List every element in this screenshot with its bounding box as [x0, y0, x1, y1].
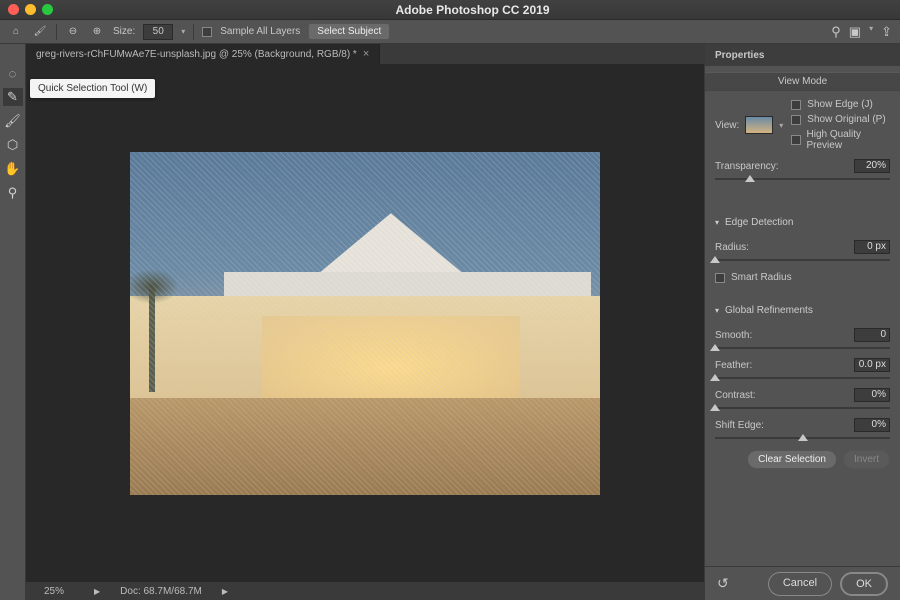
lasso-tool-icon[interactable]: ◌ — [3, 64, 23, 82]
disclosure-icon: ▾ — [715, 218, 719, 227]
shift-edge-value[interactable]: 0% — [854, 418, 890, 432]
transparency-slider[interactable] — [715, 175, 890, 183]
brush-plus-icon[interactable]: ⊕ — [89, 24, 105, 40]
canvas[interactable] — [130, 152, 600, 495]
traffic-lights — [8, 4, 53, 15]
minimize-window-icon[interactable] — [25, 4, 36, 15]
transparency-label: Transparency: — [715, 161, 779, 172]
maximize-window-icon[interactable] — [42, 4, 53, 15]
contrast-value[interactable]: 0% — [854, 388, 890, 402]
panel-tab-properties[interactable]: Properties — [705, 44, 900, 66]
share-icon[interactable]: ⇪ — [881, 24, 892, 40]
view-thumbnail[interactable] — [745, 116, 773, 134]
radius-slider[interactable] — [715, 256, 890, 264]
brush-tool-icon[interactable]: 🖌 — [3, 112, 23, 130]
size-label: Size: — [113, 26, 135, 37]
close-window-icon[interactable] — [8, 4, 19, 15]
titlebar: Adobe Photoshop CC 2019 — [0, 0, 900, 20]
invert-button[interactable]: Invert — [843, 450, 890, 469]
sample-all-layers-label: Sample All Layers — [220, 26, 300, 37]
global-refinements-header[interactable]: ▾Global Refinements — [715, 299, 890, 322]
chevron-down-icon[interactable]: ▾ — [869, 24, 873, 40]
smart-radius-checkbox[interactable] — [715, 273, 725, 283]
transparency-value[interactable]: 20% — [854, 159, 890, 173]
feather-slider[interactable] — [715, 374, 890, 382]
sample-all-layers-checkbox[interactable] — [202, 27, 212, 37]
home-icon[interactable]: ⌂ — [8, 24, 24, 40]
reset-icon[interactable]: ↺ — [717, 575, 729, 592]
feather-label: Feather: — [715, 360, 752, 371]
caret-right-icon[interactable]: ▶ — [222, 587, 228, 596]
caret-right-icon[interactable]: ▶ — [94, 587, 100, 596]
shift-edge-slider[interactable] — [715, 434, 890, 442]
contrast-slider[interactable] — [715, 404, 890, 412]
edge-detection-header[interactable]: ▾Edge Detection — [715, 211, 890, 234]
polygon-lasso-tool-icon[interactable]: ⬡ — [3, 136, 23, 154]
view-mode-header: View Mode — [705, 72, 900, 91]
brush-minus-icon[interactable]: ⊖ — [65, 24, 81, 40]
brush-size-input[interactable] — [143, 24, 173, 40]
zoom-level[interactable]: 25% — [34, 586, 74, 597]
radius-value[interactable]: 0 px — [854, 240, 890, 254]
clear-selection-button[interactable]: Clear Selection — [747, 450, 837, 469]
options-bar: ⌂ 🖌 ⊖ ⊕ Size: ▾ Sample All Layers Select… — [0, 20, 900, 44]
chevron-down-icon[interactable]: ▾ — [181, 27, 185, 36]
chevron-down-icon[interactable]: ▾ — [779, 121, 783, 130]
show-original-checkbox[interactable] — [791, 115, 801, 125]
contrast-label: Contrast: — [715, 390, 756, 401]
view-label: View: — [715, 120, 739, 131]
workspace-icon[interactable]: ▣ — [849, 24, 861, 40]
document-tabs: greg-rivers-rChFUMwAe7E-unsplash.jpg @ 2… — [26, 44, 704, 64]
panel-footer: ↺ Cancel OK — [705, 566, 900, 600]
selection-overlay — [130, 152, 600, 495]
doc-size: Doc: 68.7M/68.7M — [120, 586, 202, 597]
search-icon[interactable]: ⚲ — [831, 24, 841, 40]
hq-preview-checkbox[interactable] — [791, 135, 800, 145]
smooth-slider[interactable] — [715, 344, 890, 352]
cancel-button[interactable]: Cancel — [768, 572, 832, 596]
zoom-tool-icon[interactable]: ⚲ — [3, 184, 23, 202]
hand-tool-icon[interactable]: ✋ — [3, 160, 23, 178]
hq-preview-label: High Quality Preview — [807, 129, 891, 151]
canvas-area[interactable] — [26, 64, 704, 582]
show-edge-checkbox[interactable] — [791, 100, 801, 110]
close-icon[interactable]: × — [363, 48, 369, 60]
smooth-label: Smooth: — [715, 330, 752, 341]
smooth-value[interactable]: 0 — [854, 328, 890, 342]
quick-selection-tool-icon[interactable]: ✎ — [3, 88, 23, 106]
shift-edge-label: Shift Edge: — [715, 420, 764, 431]
show-edge-label: Show Edge (J) — [807, 99, 873, 110]
app-title: Adobe Photoshop CC 2019 — [53, 3, 892, 17]
radius-label: Radius: — [715, 242, 749, 253]
document-area: greg-rivers-rChFUMwAe7E-unsplash.jpg @ 2… — [26, 44, 704, 600]
disclosure-icon: ▾ — [715, 306, 719, 315]
select-subject-button[interactable]: Select Subject — [308, 23, 390, 40]
document-tab-label: greg-rivers-rChFUMwAe7E-unsplash.jpg @ 2… — [36, 49, 357, 60]
properties-panel: Properties View Mode View: ▾ Show Edge (… — [704, 44, 900, 600]
show-original-label: Show Original (P) — [807, 114, 885, 125]
feather-value[interactable]: 0.0 px — [854, 358, 890, 372]
smart-radius-label: Smart Radius — [731, 272, 792, 283]
toolbar: ◌ ✎ 🖌 ⬡ ✋ ⚲ — [0, 44, 26, 600]
status-bar: 25% ▶ Doc: 68.7M/68.7M ▶ — [26, 582, 704, 600]
document-tab[interactable]: greg-rivers-rChFUMwAe7E-unsplash.jpg @ 2… — [26, 44, 380, 64]
ok-button[interactable]: OK — [840, 572, 888, 596]
brush-preset-icon[interactable]: 🖌 — [32, 24, 48, 40]
